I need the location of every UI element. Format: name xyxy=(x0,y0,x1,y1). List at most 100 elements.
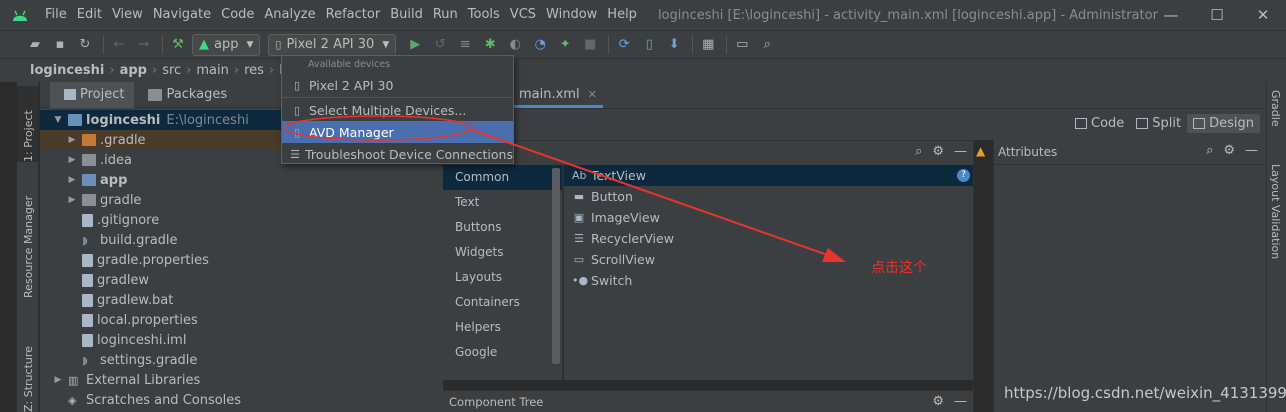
tree-item-loginceshi-iml[interactable]: loginceshi.iml xyxy=(40,330,443,350)
device-option-pixel-2[interactable]: ▯ Pixel 2 API 30 xyxy=(282,74,513,96)
maximize-button[interactable]: ☐ xyxy=(1194,0,1240,30)
minimize-button[interactable]: — xyxy=(1148,0,1194,30)
hide-icon[interactable]: — xyxy=(954,144,967,159)
menu-vcs[interactable]: VCS xyxy=(505,0,541,30)
open-folder-icon[interactable]: ▰ xyxy=(24,34,46,56)
run-icon[interactable]: ▶ xyxy=(404,34,426,56)
mode-code-button[interactable]: Code xyxy=(1069,114,1130,133)
palette-widget-imageview[interactable]: ▣ ImageView xyxy=(564,207,973,228)
mode-split-button[interactable]: Split xyxy=(1130,114,1187,133)
tool-window-gradle[interactable]: Gradle xyxy=(1269,90,1282,130)
chevron-right-icon[interactable]: ▶ xyxy=(66,155,78,165)
tree-item-settings-gradle[interactable]: ◗ settings.gradle xyxy=(40,350,443,370)
tree-item-gradlew[interactable]: gradlew xyxy=(40,270,443,290)
tab-packages[interactable]: Packages xyxy=(134,82,237,108)
sdk-manager-icon[interactable]: ⬇ xyxy=(663,34,685,56)
menu-navigate[interactable]: Navigate xyxy=(148,0,216,30)
forward-icon[interactable]: → xyxy=(133,34,155,56)
chevron-right-icon[interactable]: ▶ xyxy=(66,175,78,185)
palette-category-widgets[interactable]: Widgets xyxy=(443,240,562,265)
troubleshoot-connections-item[interactable]: ☰ Troubleshoot Device Connections xyxy=(282,143,513,165)
tree-item-gradlew-bat[interactable]: gradlew.bat xyxy=(40,290,443,310)
close-button[interactable]: ✕ xyxy=(1240,0,1286,30)
menu-window[interactable]: Window xyxy=(541,0,602,30)
debug-icon[interactable]: ✱ xyxy=(479,34,501,56)
tree-item-build-gradle[interactable]: ◗ build.gradle xyxy=(40,230,443,250)
tree-item-local-properties[interactable]: local.properties xyxy=(40,310,443,330)
terminal-icon[interactable]: ▭ xyxy=(731,34,753,56)
tool-window-structure[interactable]: Z: Structure xyxy=(17,346,39,412)
menu-file[interactable]: File xyxy=(40,0,72,30)
attach-debugger-icon[interactable]: ✦ xyxy=(554,34,576,56)
help-icon[interactable]: ? xyxy=(957,169,970,182)
save-icon[interactable]: ▪ xyxy=(49,34,71,56)
menu-build[interactable]: Build xyxy=(385,0,428,30)
palette-widget-recyclerview[interactable]: ☰ RecyclerView xyxy=(564,228,973,249)
palette-category-common[interactable]: Common xyxy=(443,165,562,190)
menu-code[interactable]: Code xyxy=(216,0,259,30)
gradle-sync-icon[interactable]: ⟳ xyxy=(613,34,635,56)
palette-category-buttons[interactable]: Buttons xyxy=(443,215,562,240)
breadcrumb-main[interactable]: main xyxy=(196,63,228,78)
menu-refactor[interactable]: Refactor xyxy=(321,0,386,30)
select-multiple-devices-item[interactable]: ▯ Select Multiple Devices... xyxy=(282,99,513,121)
menu-run[interactable]: Run xyxy=(428,0,463,30)
avd-manager-item[interactable]: ▯ AVD Manager xyxy=(282,121,513,143)
avd-manager-icon[interactable]: ▯ xyxy=(638,34,660,56)
design-canvas[interactable]: ▲ xyxy=(973,140,993,412)
tree-item-scratches[interactable]: ◈ Scratches and Consoles xyxy=(40,390,443,410)
apply-code-changes-icon[interactable]: ≡ xyxy=(454,34,476,56)
chevron-down-icon[interactable]: ▼ xyxy=(52,115,64,125)
tree-item-external-libraries[interactable]: ▶ ▥ External Libraries xyxy=(40,370,443,390)
breadcrumb-project[interactable]: loginceshi xyxy=(30,63,104,78)
hide-icon[interactable]: — xyxy=(954,394,967,409)
stop-icon[interactable]: ■ xyxy=(579,34,601,56)
warning-icon[interactable]: ▲ xyxy=(976,144,985,158)
palette-category-containers[interactable]: Containers xyxy=(443,290,562,315)
tab-project[interactable]: Project xyxy=(50,81,135,108)
chevron-right-icon[interactable]: ▶ xyxy=(66,195,78,205)
back-icon[interactable]: ← xyxy=(108,34,130,56)
close-icon[interactable]: ✕ xyxy=(588,88,597,101)
device-select[interactable]: ▯ Pixel 2 API 30 ▼ xyxy=(268,33,397,56)
menu-edit[interactable]: Edit xyxy=(72,0,107,30)
project-structure-icon[interactable]: ▦ xyxy=(697,34,719,56)
tree-item-gitignore[interactable]: .gitignore xyxy=(40,210,443,230)
menu-tools[interactable]: Tools xyxy=(463,0,505,30)
palette-category-google[interactable]: Google xyxy=(443,340,562,365)
tree-item-gradle[interactable]: ▶ gradle xyxy=(40,190,443,210)
mode-design-button[interactable]: Design xyxy=(1187,114,1260,133)
tool-window-resource-manager[interactable]: Resource Manager xyxy=(17,178,39,298)
search-icon[interactable]: ⌕ xyxy=(1206,143,1213,158)
search-icon[interactable]: ⌕ xyxy=(756,34,778,56)
breadcrumb-src[interactable]: src xyxy=(162,63,181,78)
gear-icon[interactable]: ⚙ xyxy=(932,144,944,159)
chevron-right-icon[interactable]: ▶ xyxy=(66,135,78,145)
palette-widget-button[interactable]: ▬ Button xyxy=(564,186,973,207)
make-project-hammer-icon[interactable]: ⚒ xyxy=(167,34,189,56)
gear-icon[interactable]: ⚙ xyxy=(932,394,944,409)
profile-icon[interactable]: ◔ xyxy=(529,34,551,56)
gear-icon[interactable]: ⚙ xyxy=(1223,143,1235,158)
palette-category-text[interactable]: Text xyxy=(443,190,562,215)
run-with-coverage-icon[interactable]: ◐ xyxy=(504,34,526,56)
apply-changes-icon[interactable]: ↺ xyxy=(429,34,451,56)
run-configuration-select[interactable]: ▲ app ▼ xyxy=(192,33,261,56)
tree-item-gradle-properties[interactable]: gradle.properties xyxy=(40,250,443,270)
palette-widget-textview[interactable]: Ab TextView ? xyxy=(564,165,973,186)
tool-window-layout-validation[interactable]: Layout Validation xyxy=(1269,164,1282,262)
breadcrumb-module[interactable]: app xyxy=(120,63,147,78)
hide-icon[interactable]: — xyxy=(1245,143,1258,158)
sync-icon[interactable]: ↻ xyxy=(74,34,96,56)
palette-category-helpers[interactable]: Helpers xyxy=(443,315,562,340)
menu-analyze[interactable]: Analyze xyxy=(259,0,320,30)
tool-window-project[interactable]: 1: Project xyxy=(17,86,39,162)
editor-tab-activity-main[interactable]: main.xml ✕ xyxy=(513,84,603,108)
palette-categories-scrollbar[interactable] xyxy=(552,168,560,364)
tree-item-app[interactable]: ▶ app xyxy=(40,170,443,190)
breadcrumb-res[interactable]: res xyxy=(244,63,264,78)
chevron-right-icon[interactable]: ▶ xyxy=(52,375,64,385)
menu-view[interactable]: View xyxy=(107,0,148,30)
search-icon[interactable]: ⌕ xyxy=(915,144,922,159)
palette-category-layouts[interactable]: Layouts xyxy=(443,265,562,290)
